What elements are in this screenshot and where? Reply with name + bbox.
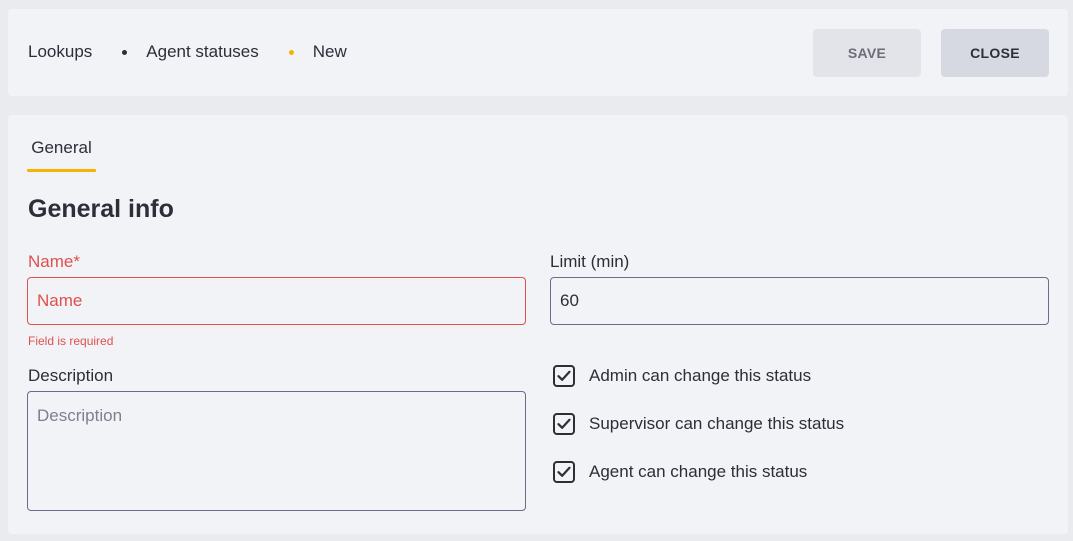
tab-active-indicator	[27, 169, 96, 172]
close-button[interactable]: CLOSE	[941, 29, 1049, 77]
breadcrumb-item-lookups[interactable]: Lookups	[28, 42, 92, 62]
name-input[interactable]	[27, 277, 526, 325]
checkbox-checked-icon[interactable]	[553, 413, 575, 435]
tab-general[interactable]: General	[27, 138, 96, 172]
checkbox-checked-icon[interactable]	[553, 365, 575, 387]
name-field-label: Name*	[28, 252, 80, 271]
main-panel: General General info Name* Field is requ…	[8, 115, 1068, 534]
checkbox-checked-icon[interactable]	[553, 461, 575, 483]
tab-general-label: General	[31, 138, 92, 157]
limit-input[interactable]	[550, 277, 1049, 325]
admin-can-change-label: Admin can change this status	[589, 366, 812, 385]
supervisor-can-change-label: Supervisor can change this status	[589, 414, 845, 433]
description-input[interactable]	[27, 391, 526, 511]
section-title: General info	[28, 195, 174, 223]
breadcrumb-item-current: New	[312, 42, 347, 61]
supervisor-can-change-checkbox[interactable]: Supervisor can change this status	[553, 413, 844, 435]
breadcrumb-separator	[122, 49, 128, 55]
breadcrumb: Lookups Agent statuses New	[28, 42, 347, 62]
page-header: Lookups Agent statuses New SAVE CLOSE	[8, 9, 1068, 96]
admin-can-change-checkbox[interactable]: Admin can change this status	[553, 365, 811, 387]
limit-field-label: Limit (min)	[550, 252, 630, 271]
agent-can-change-label: Agent can change this status	[589, 462, 808, 481]
description-field-label: Description	[28, 366, 114, 385]
name-error-message: Field is required	[28, 334, 114, 348]
save-button[interactable]: SAVE	[813, 29, 921, 77]
breadcrumb-separator	[288, 49, 294, 55]
breadcrumb-item-agent-statuses[interactable]: Agent statuses	[146, 42, 258, 62]
agent-can-change-checkbox[interactable]: Agent can change this status	[553, 461, 807, 483]
